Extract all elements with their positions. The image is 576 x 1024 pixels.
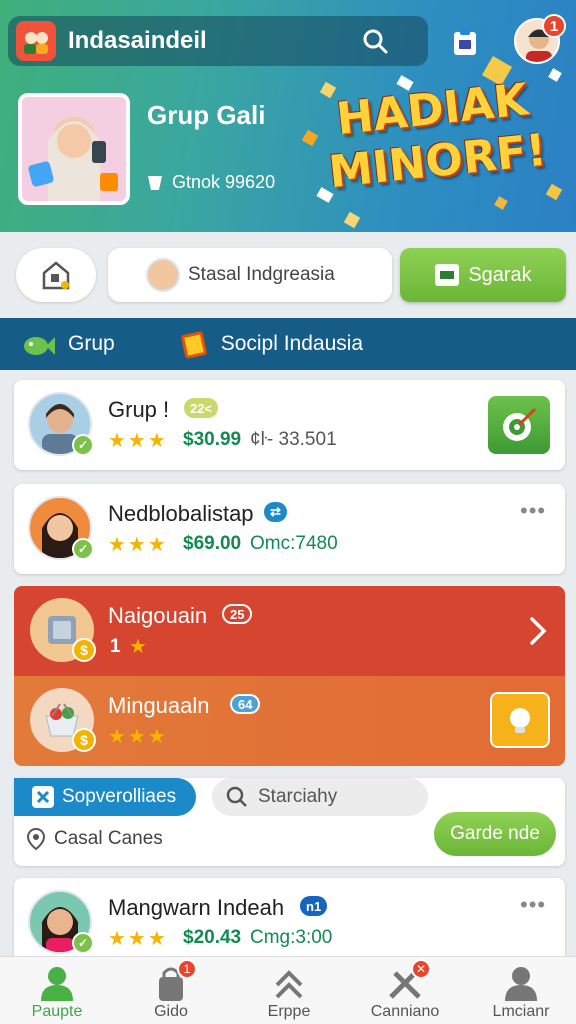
list-item[interactable]: ✓ Grup ! 22< ★★★ $30.99 ¢ŀ- 33.501 <box>14 380 565 470</box>
filter-chip-label: Sopverolliaes <box>62 786 177 807</box>
book-icon <box>180 331 207 359</box>
primary-action-label: Sgarak <box>468 263 532 286</box>
coin-icon: $ <box>72 638 96 662</box>
community-selector-label: Stasal Indgreasia <box>188 264 335 285</box>
more-icon[interactable]: ••• <box>520 892 546 918</box>
home-button[interactable] <box>16 248 96 302</box>
nav-profile-label: Lmcianr <box>492 1003 550 1020</box>
rating-stars: ★★★ <box>108 430 168 452</box>
community-avatar <box>146 258 180 292</box>
target-icon <box>503 407 537 441</box>
primary-action-button[interactable]: Sgarak <box>400 248 566 302</box>
coin-icon: $ <box>72 728 96 752</box>
featured-qty: 1 <box>110 636 121 657</box>
person-icon <box>505 967 537 1001</box>
card-meta: Cmg:3:00 <box>250 927 333 948</box>
featured-item[interactable]: $ Minguaaln 64 ★★★ <box>14 676 565 766</box>
app-bar: Indasaindeil <box>8 16 428 66</box>
location-row[interactable]: Casal Canes <box>26 827 163 851</box>
list-item[interactable]: ✓ Nedblobalistap ⇄ ★★★ $69.00 Omc:7480 •… <box>14 484 565 574</box>
chevron-right-icon[interactable] <box>528 616 548 646</box>
list-item[interactable]: ✓ Mangwarn Indeah n1 ★★★ $20.43 Cmg:3:00… <box>14 878 565 956</box>
card-title: Mangwarn Indeah <box>108 895 285 920</box>
search-icon[interactable] <box>362 28 388 54</box>
nav-canniano-label: Canniano <box>370 1003 440 1020</box>
location-label: Casal Canes <box>54 828 163 849</box>
lightbulb-button[interactable] <box>490 692 550 748</box>
tab-strip: Grup Socipl Indausia <box>0 318 576 370</box>
card-price: $30.99 <box>183 429 242 450</box>
featured-item[interactable]: $ Naigouain 25 1 ★ <box>14 586 565 676</box>
card-tag: n1 <box>300 896 328 916</box>
search-placeholder: Starciahy <box>258 786 338 807</box>
nav-profile[interactable]: Lmcianr <box>466 963 576 1021</box>
nav-canniano[interactable]: ✕ Canniano <box>350 959 460 1021</box>
cup-icon <box>148 175 162 190</box>
fish-icon <box>24 337 55 355</box>
search-icon <box>226 786 247 807</box>
nav-home[interactable]: Paupte <box>2 963 112 1021</box>
featured-tag: 25 <box>222 604 253 624</box>
rating-stars: ★★★ <box>108 726 168 748</box>
home-people-icon <box>41 967 73 1001</box>
close-icon <box>32 786 54 808</box>
card-title: Grup ! <box>108 397 170 422</box>
card-price: $69.00 <box>183 533 242 554</box>
featured-title: Naigouain <box>108 603 208 628</box>
double-chevron-up-icon <box>275 970 303 999</box>
promo-member-count: Gtnok 99620 <box>146 172 275 193</box>
featured-items: $ Naigouain 25 1 ★ $ Minguaaln 64 ★★★ <box>14 586 565 766</box>
notification-badge: 1 <box>542 14 566 38</box>
filter-chip[interactable]: Sopverolliaes <box>14 778 196 816</box>
tab-social-label: Socipl Indausia <box>220 332 364 355</box>
card-meta: Omc:7480 <box>250 533 338 554</box>
search-input[interactable]: Starciahy <box>212 778 428 816</box>
tab-social[interactable]: Socipl Indausia <box>180 329 364 359</box>
filter-action-button[interactable]: Garde nde <box>434 812 556 856</box>
lightbulb-icon <box>510 708 530 733</box>
nav-erppe[interactable]: Erppe <box>234 963 344 1021</box>
house-icon <box>42 261 70 290</box>
card-tag: 22< <box>184 398 219 418</box>
community-selector[interactable]: Stasal Indgreasia <box>108 248 392 302</box>
card-tag: ⇄ <box>264 502 287 522</box>
featured-tag: 64 <box>230 694 261 714</box>
nav-badge: 1 <box>177 959 197 979</box>
square-icon <box>435 264 460 286</box>
app-logo-icon <box>16 21 56 61</box>
more-icon[interactable]: ••• <box>520 498 546 524</box>
promo-count-text: Gtnok 99620 <box>172 172 276 192</box>
clipboard-icon[interactable] <box>452 28 478 56</box>
nav-badge: ✕ <box>411 959 431 979</box>
location-pin-icon <box>26 827 46 851</box>
nav-erppe-label: Erppe <box>267 1003 311 1020</box>
card-meta: ¢ŀ- 33.501 <box>250 429 337 450</box>
card-title: Nedblobalistap <box>108 501 254 526</box>
tab-grup[interactable]: Grup <box>22 329 115 359</box>
nav-gido[interactable]: 1 Gido <box>116 959 226 1021</box>
verified-badge-icon: ✓ <box>72 434 94 456</box>
rating-stars: ★ <box>129 636 149 658</box>
verified-badge-icon: ✓ <box>72 932 94 954</box>
promo-group-name: Grup Gali <box>147 100 266 130</box>
promo-photo[interactable] <box>18 93 130 205</box>
target-button[interactable] <box>488 396 550 454</box>
card-price: $20.43 <box>183 927 242 948</box>
verified-badge-icon: ✓ <box>72 538 94 560</box>
nav-gido-label: Gido <box>154 1003 188 1020</box>
nav-home-label: Paupte <box>31 1003 83 1020</box>
app-title: Indasaindeil <box>68 27 207 54</box>
rating-stars: ★★★ <box>108 928 168 950</box>
featured-title: Minguaaln <box>108 693 210 718</box>
tab-grup-label: Grup <box>68 332 115 355</box>
rating-stars: ★★★ <box>108 534 168 556</box>
bottom-navigation: Paupte 1 Gido Erppe ✕ Canniano Lmcianr <box>0 956 576 1024</box>
